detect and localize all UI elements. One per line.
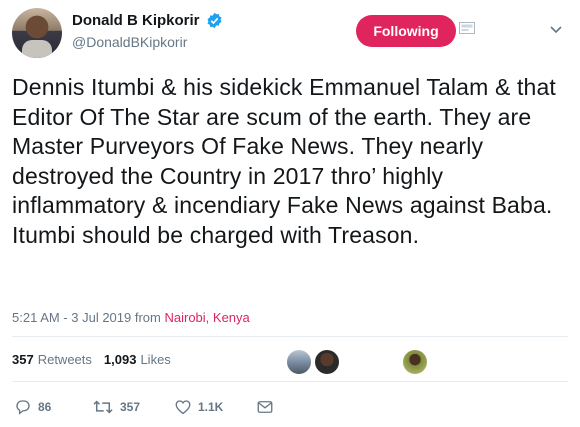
retweet-count: 357 <box>120 400 141 414</box>
divider <box>12 336 568 337</box>
name-row: Donald B Kipkorir <box>72 12 223 29</box>
envelope-icon <box>257 401 273 413</box>
display-name[interactable]: Donald B Kipkorir <box>72 12 200 29</box>
tweet-timestamp[interactable]: 5:21 AM - 3 Jul 2019 from <box>12 310 161 325</box>
likes-stat-label: Likes <box>140 352 171 367</box>
reply-count: 86 <box>38 400 52 414</box>
following-button[interactable]: Following <box>356 15 456 47</box>
reply-icon <box>16 400 30 415</box>
chevron-down-icon[interactable] <box>550 26 562 34</box>
tweet-text: Dennis Itumbi & his sidekick Emmanuel Ta… <box>12 74 556 248</box>
likes-stat-count: 1,093 <box>103 352 137 367</box>
retweets-stat-count: 357 <box>12 352 34 367</box>
heart-icon <box>175 400 191 415</box>
liker-avatar[interactable] <box>402 349 428 375</box>
retweets-stat-label: Retweets <box>37 352 92 367</box>
verified-icon <box>207 12 222 29</box>
handle[interactable]: @DonaldBKipkorir <box>72 34 187 50</box>
likes-stat[interactable]: 1,093 Likes <box>104 352 171 367</box>
tweet-meta: 5:21 AM - 3 Jul 2019 from Nairobi, Kenya <box>12 310 250 325</box>
liker-avatar[interactable] <box>314 349 340 375</box>
notification-icon[interactable] <box>459 22 475 34</box>
divider <box>12 381 568 382</box>
like-count: 1.1K <box>198 400 224 414</box>
direct-message-button[interactable] <box>256 398 274 416</box>
tweet-location[interactable]: Nairobi, Kenya <box>164 310 249 325</box>
avatar[interactable] <box>12 8 62 58</box>
retweet-button[interactable]: 357 <box>92 398 140 416</box>
liker-avatar[interactable] <box>286 349 312 375</box>
retweets-stat[interactable]: 357 Retweets <box>12 352 92 367</box>
reply-button[interactable]: 86 <box>14 398 51 416</box>
like-button[interactable]: 1.1K <box>174 398 223 416</box>
retweet-icon <box>93 400 113 414</box>
tweet-card: Donald B Kipkorir @DonaldBKipkorir Follo… <box>0 0 580 427</box>
tweet-stats: 357 Retweets 1,093 Likes <box>12 352 171 367</box>
